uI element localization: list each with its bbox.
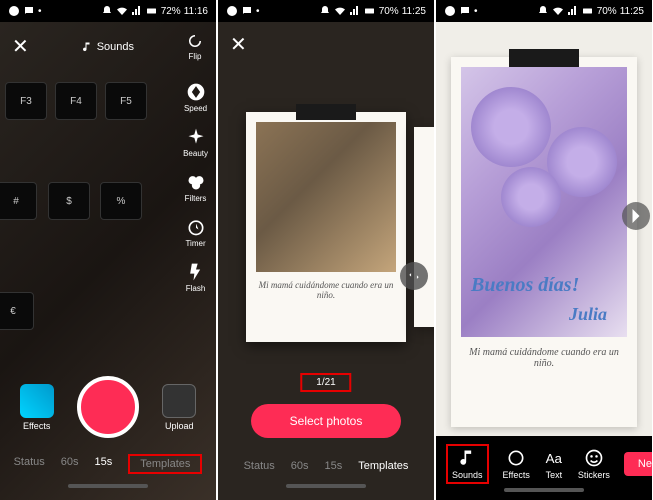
flash-icon: [186, 262, 206, 282]
time: 11:16: [184, 6, 208, 17]
template-polaroid[interactable]: Mi mamá cuidándome cuando era un niño.: [246, 112, 406, 342]
effects-button[interactable]: Effects: [20, 384, 54, 431]
tab-60s[interactable]: 60s: [291, 458, 309, 474]
svg-text:Aa: Aa: [546, 451, 563, 466]
status-bar: • 70% 11:25: [436, 0, 652, 22]
timer-button[interactable]: Timer: [183, 217, 208, 248]
bell-icon: [537, 5, 549, 17]
key-dollar: $: [48, 182, 90, 220]
tab-status[interactable]: Status: [14, 454, 45, 474]
battery-icon: [364, 5, 376, 17]
signal-icon: [131, 5, 143, 17]
text-icon: Aa: [544, 448, 564, 468]
filters-button[interactable]: Filters: [183, 172, 208, 203]
chat-icon: [241, 5, 253, 17]
tab-status[interactable]: Status: [244, 458, 275, 474]
stickers-button[interactable]: Stickers: [578, 448, 610, 480]
tape-decoration: [509, 49, 579, 67]
home-indicator[interactable]: [504, 488, 584, 492]
record-button[interactable]: [77, 376, 139, 438]
overlay-text-2: Julia: [569, 304, 607, 325]
close-button[interactable]: ✕: [230, 32, 247, 57]
effects-thumbnail: [20, 384, 54, 418]
bell-icon: [319, 5, 331, 17]
phone-screen-1: • 72% 11:16 F3 F4 F5 # $ % € ✕ Sounds: [0, 0, 216, 500]
upload-thumbnail: [162, 384, 196, 418]
swap-template-button[interactable]: [400, 262, 428, 290]
beauty-icon: [186, 127, 206, 147]
key-f3: F3: [5, 82, 47, 120]
music-note-icon: [81, 41, 93, 53]
template-photo: [256, 122, 396, 272]
battery-icon: [582, 5, 594, 17]
bell-icon: [101, 5, 113, 17]
polaroid-caption: Mi mamá cuidándome cuando era un niño.: [256, 280, 396, 300]
battery-percent: 70%: [597, 6, 617, 17]
flash-button[interactable]: Flash: [183, 262, 208, 293]
preview-polaroid: Buenos días! Julia Mi mamá cuidándome cu…: [451, 57, 637, 427]
home-indicator[interactable]: [68, 484, 148, 488]
key-hash: #: [0, 182, 37, 220]
beauty-button[interactable]: Beauty: [183, 127, 208, 158]
polaroid-caption: Mi mamá cuidándome cuando era un niño.: [461, 347, 627, 369]
phone-screen-2: • 70% 11:25 ✕ Mamá, te amo! Mi mamá cuid…: [218, 0, 434, 500]
tab-15s[interactable]: 15s: [95, 454, 113, 474]
close-button[interactable]: ✕: [12, 34, 29, 59]
sounds-button[interactable]: Sounds: [446, 444, 489, 484]
tab-templates[interactable]: Templates: [128, 454, 202, 474]
wifi-icon: [334, 5, 346, 17]
next-template-preview[interactable]: [414, 127, 434, 327]
next-button[interactable]: Next: [624, 452, 652, 476]
key-f4: F4: [55, 82, 97, 120]
upload-button[interactable]: Upload: [162, 384, 196, 431]
flip-icon: [186, 32, 204, 50]
tab-15s[interactable]: 15s: [325, 458, 343, 474]
battery-percent: 70%: [379, 6, 399, 17]
key-percent: %: [100, 182, 142, 220]
chevron-icon: [622, 202, 650, 230]
overlay-text-1: Buenos días!: [471, 274, 579, 297]
tape-decoration: [296, 104, 356, 120]
messenger-icon: [444, 5, 456, 17]
chat-icon: [459, 5, 471, 17]
home-indicator[interactable]: [286, 484, 366, 488]
select-photos-button[interactable]: Select photos: [251, 404, 401, 438]
music-note-icon: [457, 448, 477, 468]
wifi-icon: [552, 5, 564, 17]
flower-decoration: [471, 87, 551, 167]
battery-percent: 72%: [161, 6, 181, 17]
battery-icon: [146, 5, 158, 17]
tab-templates[interactable]: Templates: [358, 458, 408, 474]
filters-icon: [186, 172, 206, 192]
preview-photo: Buenos días! Julia: [461, 67, 627, 337]
sounds-button[interactable]: Sounds: [29, 41, 186, 53]
speed-icon: [186, 82, 206, 102]
signal-icon: [349, 5, 361, 17]
timer-icon: [186, 217, 206, 237]
wifi-icon: [116, 5, 128, 17]
effects-icon: [506, 448, 526, 468]
status-bar: • 72% 11:16: [0, 0, 216, 22]
speed-button[interactable]: Speed: [183, 82, 208, 113]
text-button[interactable]: AaText: [544, 448, 564, 480]
status-bar: • 70% 11:25: [218, 0, 434, 22]
signal-icon: [567, 5, 579, 17]
time: 11:25: [402, 6, 426, 17]
chat-icon: [23, 5, 35, 17]
flower-decoration: [501, 167, 561, 227]
key-f5: F5: [105, 82, 147, 120]
tab-60s[interactable]: 60s: [61, 454, 79, 474]
messenger-icon: [226, 5, 238, 17]
stickers-icon: [584, 448, 604, 468]
time: 11:25: [620, 6, 644, 17]
swap-button[interactable]: [622, 202, 650, 230]
template-counter: 1/21: [300, 373, 351, 392]
effects-button[interactable]: Effects: [503, 448, 530, 480]
messenger-icon: [8, 5, 20, 17]
key-euro: €: [0, 292, 34, 330]
swap-icon: [407, 269, 421, 283]
phone-screen-3: • 70% 11:25 TikTok Buenos días! Julia Mi…: [436, 0, 652, 500]
flip-camera-button[interactable]: Flip: [186, 32, 204, 61]
